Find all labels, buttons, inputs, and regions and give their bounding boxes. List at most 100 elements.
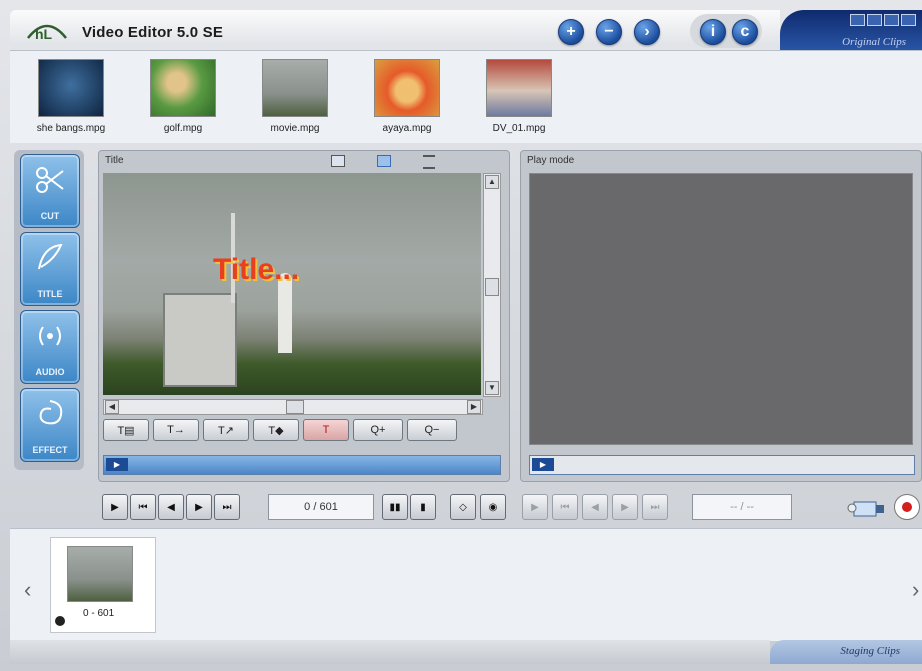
skip-start-icon: ⏮ xyxy=(560,501,570,513)
settings-icon: c xyxy=(740,23,750,40)
clip-item[interactable]: movie.mpg xyxy=(250,59,340,134)
go-end-button[interactable]: ⏭ xyxy=(214,494,240,520)
frame-counter: 0 / 601 xyxy=(268,494,374,520)
title-tool-label: TITLE xyxy=(37,289,63,299)
go-start-button[interactable]: ⏮ xyxy=(130,494,156,520)
zoom-out-button[interactable]: Q− xyxy=(407,419,457,441)
title-progress-bar[interactable]: ▶ xyxy=(103,455,501,475)
plus-button[interactable]: + xyxy=(558,19,584,45)
single-view-icon[interactable] xyxy=(377,155,391,167)
play-mode-play-button[interactable]: ▶ xyxy=(522,494,548,520)
target-button[interactable]: ◉ xyxy=(480,494,506,520)
play-mode-panel: Play mode ▶ xyxy=(520,150,922,482)
staging-clips-label: Staging Clips xyxy=(840,645,900,657)
eraser-button[interactable]: ◇ xyxy=(450,494,476,520)
text-color-button[interactable]: T xyxy=(303,419,349,441)
target-icon: ◉ xyxy=(488,501,498,513)
scroll-left-icon[interactable]: ‹ xyxy=(24,577,31,603)
zoom-in-button[interactable]: Q+ xyxy=(353,419,403,441)
play-mode-next-button[interactable]: ▶ xyxy=(612,494,638,520)
maximize-icon[interactable] xyxy=(884,14,899,26)
menu-icon[interactable] xyxy=(423,155,435,169)
record-button[interactable] xyxy=(894,494,920,520)
next-frame-icon: ▶ xyxy=(621,501,629,513)
effect-tool-button[interactable]: EFFECT xyxy=(20,388,80,462)
next-frame-button[interactable]: ▶ xyxy=(186,494,212,520)
skip-start-icon: ⏮ xyxy=(138,501,148,513)
horizontal-scrollbar[interactable]: ◀ ▶ xyxy=(103,399,483,415)
eraser-icon: ◇ xyxy=(459,501,467,513)
minus-button[interactable]: − xyxy=(596,19,622,45)
next-icon: › xyxy=(644,23,650,40)
skip-end-icon: ⏭ xyxy=(222,501,232,513)
scroll-right-icon[interactable]: › xyxy=(912,577,919,603)
text-style-button[interactable]: T◆ xyxy=(253,419,299,441)
bottom-bar xyxy=(10,640,770,664)
prev-frame-icon: ◀ xyxy=(591,501,599,513)
clip-name: she bangs.mpg xyxy=(36,123,106,134)
staging-clip-thumbnail xyxy=(67,546,133,602)
play-icon: ▶ xyxy=(531,501,539,513)
minimize-icon[interactable] xyxy=(850,14,865,26)
cut-tool-button[interactable]: CUT xyxy=(20,154,80,228)
staging-clip-item[interactable]: 0 - 601 xyxy=(50,537,156,633)
camcorder-icon[interactable] xyxy=(846,494,886,520)
clip-thumbnail xyxy=(486,59,552,117)
app-logo-icon: hL xyxy=(27,24,67,42)
hscroll-thumb[interactable] xyxy=(286,400,304,414)
app-window: hL Video Editor 5.0 SE + − › i c Origina… xyxy=(0,0,922,671)
play-mode-prev-button[interactable]: ◀ xyxy=(582,494,608,520)
restore-icon[interactable] xyxy=(867,14,882,26)
play-small-icon[interactable]: ▶ xyxy=(106,458,128,471)
play-mode-end-button[interactable]: ⏭ xyxy=(642,494,668,520)
vertical-scrollbar[interactable]: ▲ ▼ xyxy=(483,173,501,397)
record-icon xyxy=(902,502,912,512)
scroll-right-icon[interactable]: ▶ xyxy=(467,400,481,414)
staging-clips-tab[interactable]: Staging Clips xyxy=(770,640,922,664)
play-small-icon[interactable]: ▶ xyxy=(532,458,554,471)
play-icon: ▶ xyxy=(111,501,119,513)
play-mode-preview xyxy=(529,173,913,445)
scissors-icon xyxy=(36,167,64,193)
text-curve-button[interactable]: T↗ xyxy=(203,419,249,441)
play-mode-start-button[interactable]: ⏮ xyxy=(552,494,578,520)
mark-in-icon: ▮▮ xyxy=(389,501,401,513)
cut-tool-label: CUT xyxy=(40,211,60,221)
mark-out-button[interactable]: ▮ xyxy=(410,494,436,520)
original-clips-strip: she bangs.mpg golf.mpg movie.mpg ayaya.m… xyxy=(10,50,922,143)
title-tool-button[interactable]: TITLE xyxy=(20,232,80,306)
clip-item[interactable]: she bangs.mpg xyxy=(26,59,116,134)
title-overlay-text[interactable]: Title... xyxy=(213,253,299,287)
prev-frame-button[interactable]: ◀ xyxy=(158,494,184,520)
text-move-button[interactable]: T→ xyxy=(153,419,199,441)
close-icon[interactable] xyxy=(901,14,916,26)
clip-item[interactable]: golf.mpg xyxy=(138,59,228,134)
title-panel-header: Title xyxy=(105,155,124,166)
clip-item[interactable]: ayaya.mpg xyxy=(362,59,452,134)
settings-button[interactable]: c xyxy=(732,19,758,45)
scroll-down-icon[interactable]: ▼ xyxy=(485,381,499,395)
clip-thumbnail xyxy=(150,59,216,117)
original-clips-tab[interactable]: Original Clips xyxy=(780,10,922,52)
play-progress-bar[interactable]: ▶ xyxy=(529,455,915,475)
title-video-preview: Title... xyxy=(103,173,481,395)
list-view-icon[interactable] xyxy=(331,155,345,167)
scroll-thumb[interactable] xyxy=(485,278,499,296)
prev-frame-icon: ◀ xyxy=(167,501,175,513)
clip-thumbnail xyxy=(38,59,104,117)
title-icon xyxy=(38,243,63,270)
launch-tower xyxy=(163,293,237,387)
play-mode-header: Play mode xyxy=(527,155,575,166)
mark-out-icon: ▮ xyxy=(420,501,426,513)
text-box-button[interactable]: T▤ xyxy=(103,419,149,441)
scroll-left-icon[interactable]: ◀ xyxy=(105,400,119,414)
clip-thumbnail xyxy=(262,59,328,117)
info-button[interactable]: i xyxy=(700,19,726,45)
next-button[interactable]: › xyxy=(634,19,660,45)
mark-in-button[interactable]: ▮▮ xyxy=(382,494,408,520)
clip-handle-icon[interactable] xyxy=(55,616,65,626)
audio-tool-button[interactable]: AUDIO xyxy=(20,310,80,384)
clip-item[interactable]: DV_01.mpg xyxy=(474,59,564,134)
scroll-up-icon[interactable]: ▲ xyxy=(485,175,499,189)
play-button[interactable]: ▶ xyxy=(102,494,128,520)
